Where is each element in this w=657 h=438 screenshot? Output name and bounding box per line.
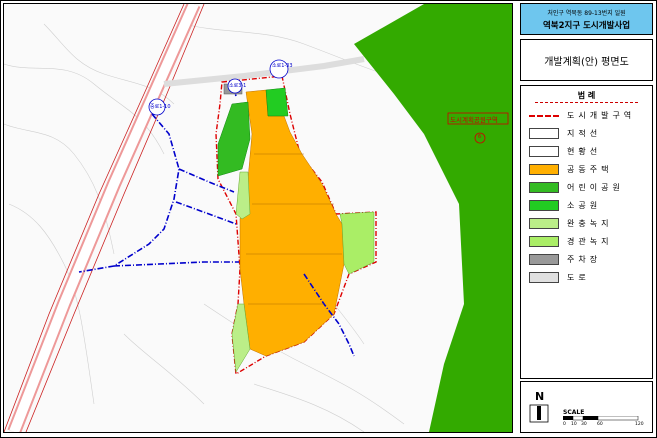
legend-landscape-green: 경관녹지 <box>529 236 649 248</box>
project-subtitle: 처인구 역북동 89-13번지 일원 <box>547 10 626 17</box>
landscape-green-east <box>339 211 375 275</box>
north-arrow-icon <box>529 404 549 423</box>
map-area: 소로1-33 소로3-1 중로1-10 도시계획공원구역 6 <box>3 3 513 433</box>
legend-swatch <box>529 128 559 139</box>
legend-title-underline <box>535 102 638 103</box>
legend-swatch <box>529 115 559 117</box>
road-label-left: 중로1-10 <box>150 104 171 110</box>
legend-status-line: 현황선 <box>529 146 649 158</box>
legend-cadastral-line: 지적선 <box>529 128 649 140</box>
legend-road: 도로 <box>529 272 649 284</box>
legend-label: 어린이공원 <box>567 183 624 192</box>
legend-parking: 주차장 <box>529 254 649 266</box>
legend-buffer-green: 완충녹지 <box>529 218 649 230</box>
road-label-top: 소로1-33 <box>272 63 293 69</box>
legend-label: 지적선 <box>567 129 602 138</box>
project-title: 역북2지구 도시개발사업 <box>542 21 631 31</box>
legend-swatch <box>529 146 559 157</box>
legend-label: 경관녹지 <box>567 237 613 246</box>
scale-tick-label: 10 <box>571 422 577 427</box>
circle-mark-label: 6 <box>478 134 482 140</box>
legend-title: 범 례 <box>577 91 596 100</box>
map-title: 개발계획(안) 평면도 <box>544 57 629 68</box>
site-plan-map <box>4 4 512 432</box>
legend-label: 주차장 <box>567 255 602 264</box>
scale-box: N SCALE 0 10 30 60 120 <box>520 381 653 433</box>
legend-swatch <box>529 254 559 265</box>
scale-tick-label: 120 <box>635 422 644 427</box>
legend-label: 완충녹지 <box>567 219 613 228</box>
buffer-green-left <box>235 171 251 220</box>
legend-label: 소공원 <box>567 201 602 210</box>
small-park-top <box>265 87 289 117</box>
map-title-box: 개발계획(안) 평면도 <box>520 39 653 81</box>
legend-swatch <box>529 200 559 211</box>
children-park <box>217 101 251 177</box>
north-label: N <box>535 390 545 403</box>
scale-label: SCALE <box>563 409 585 416</box>
legend-label: 현황선 <box>567 147 602 156</box>
legend-swatch <box>529 218 559 229</box>
top-road <box>163 56 365 87</box>
legend-small-park: 소공원 <box>529 200 649 212</box>
apartment-zone <box>239 89 345 357</box>
scale-tick-label: 30 <box>581 422 587 427</box>
forest-park-area <box>354 4 512 432</box>
legend-label: 공동주택 <box>567 165 613 174</box>
boundary-note-label: 도시계획공원구역 <box>450 116 498 124</box>
project-title-box: 처인구 역북동 89-13번지 일원 역북2지구 도시개발사업 <box>520 3 653 35</box>
scale-tick-label: 60 <box>597 422 603 427</box>
legend-label: 도시개발구역 <box>567 111 636 120</box>
legend-swatch <box>529 182 559 193</box>
legend: 범 례 도시개발구역지적선현황선공동주택어린이공원소공원완충녹지경관녹지주차장도… <box>520 85 653 379</box>
legend-urban-development-area: 도시개발구역 <box>529 110 649 122</box>
legend-label: 도로 <box>567 273 590 282</box>
legend-apartment: 공동주택 <box>529 164 649 176</box>
legend-swatch <box>529 236 559 247</box>
legend-swatch <box>529 272 559 283</box>
legend-swatch <box>529 164 559 175</box>
road-label-mid: 소로3-1 <box>229 83 247 89</box>
legend-children-park: 어린이공원 <box>529 182 649 194</box>
info-panel: 처인구 역북동 89-13번지 일원 역북2지구 도시개발사업 개발계획(안) … <box>520 3 653 433</box>
scale-tick-label: 0 <box>563 422 566 427</box>
